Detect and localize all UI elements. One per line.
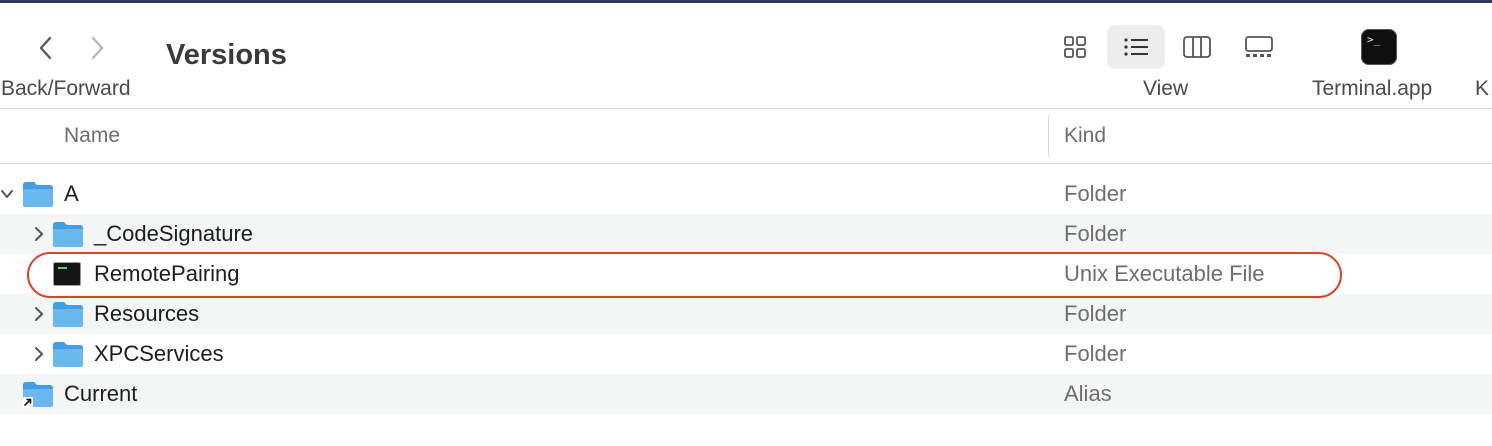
file-kind: Folder <box>1064 341 1127 366</box>
folder-icon <box>23 182 53 207</box>
name-column-header[interactable]: Name <box>64 124 120 148</box>
list-item[interactable]: A Folder <box>0 174 1492 214</box>
terminal-app-icon[interactable]: >_ <box>1361 29 1397 65</box>
list-item[interactable]: XPCServices Folder <box>0 334 1492 374</box>
list-view-button[interactable] <box>1107 25 1165 69</box>
gallery-icon <box>1245 36 1273 57</box>
folder-icon <box>53 222 83 247</box>
chevron-right-icon <box>35 307 43 321</box>
chevron-right-icon <box>91 36 104 60</box>
file-kind: Folder <box>1064 301 1127 326</box>
file-name: Resources <box>94 301 200 326</box>
back-forward-label: Back/Forward <box>1 77 131 100</box>
file-kind: Unix Executable File <box>1064 261 1265 286</box>
terminal-app-label[interactable]: Terminal.app <box>1312 77 1432 101</box>
grid-icon <box>1064 36 1086 58</box>
gallery-view-button[interactable] <box>1230 25 1288 69</box>
file-kind: Folder <box>1064 221 1127 246</box>
finder-toolbar: Back/Forward Versions View >_ Terminal.a… <box>0 3 1492 109</box>
chevron-down-icon <box>1 190 13 198</box>
forward-button[interactable] <box>77 27 117 69</box>
back-button[interactable] <box>26 27 66 69</box>
window-title: Versions <box>166 39 287 71</box>
list-item[interactable]: RemotePairing Unix Executable File <box>0 254 1492 294</box>
list-item[interactable]: _CodeSignature Folder <box>0 214 1492 254</box>
chevron-right-icon <box>35 227 43 241</box>
disclosure-triangle[interactable] <box>28 342 48 366</box>
truncated-toolbar-label: K <box>1475 77 1490 100</box>
folder-icon <box>53 342 83 367</box>
disclosure-triangle[interactable] <box>28 222 48 246</box>
column-header-row: Name Kind <box>0 109 1492 164</box>
file-name: XPCServices <box>94 341 224 366</box>
column-view-button[interactable] <box>1168 25 1226 69</box>
columns-icon <box>1183 36 1211 58</box>
chevron-right-icon <box>35 347 43 361</box>
alias-folder-icon <box>23 382 53 407</box>
column-divider[interactable] <box>1048 115 1049 157</box>
file-kind: Alias <box>1064 381 1112 406</box>
file-name: A <box>64 181 79 206</box>
folder-icon <box>53 302 83 327</box>
file-name: Current <box>64 381 138 406</box>
disclosure-triangle[interactable] <box>28 302 48 326</box>
chevron-left-icon <box>39 36 52 60</box>
terminal-prompt-glyph: >_ <box>1367 33 1381 46</box>
kind-column-header[interactable]: Kind <box>1064 124 1106 148</box>
disclosure-triangle[interactable] <box>0 182 17 206</box>
file-list: A Folder _CodeSignature Folder RemotePai… <box>0 174 1492 414</box>
file-name: RemotePairing <box>94 261 240 286</box>
file-name: _CodeSignature <box>94 221 254 246</box>
icon-view-button[interactable] <box>1046 25 1104 69</box>
view-label: View <box>1143 77 1189 100</box>
list-icon <box>1124 38 1148 56</box>
list-item[interactable]: Resources Folder <box>0 294 1492 334</box>
executable-icon <box>53 262 81 286</box>
file-kind: Folder <box>1064 181 1127 206</box>
list-item[interactable]: Current Alias <box>0 374 1492 414</box>
